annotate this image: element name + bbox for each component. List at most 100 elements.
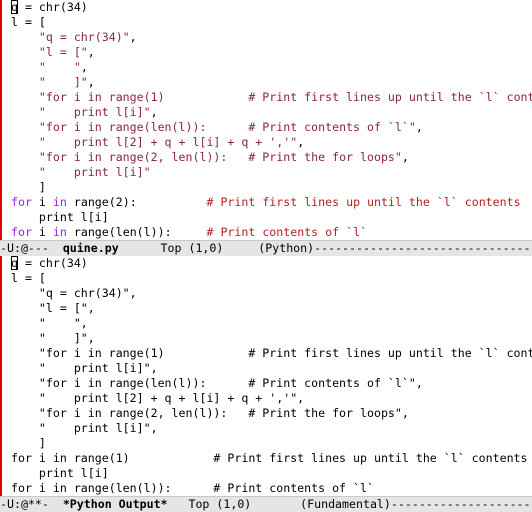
comment-token: # Print contents of `l` bbox=[206, 225, 368, 239]
keyword-token: for bbox=[11, 225, 32, 239]
string-token: "for i in range(2, len(l)): # Print the … bbox=[38, 150, 402, 164]
code-token: " print l[i]", bbox=[11, 421, 158, 435]
code-token: , bbox=[87, 45, 95, 59]
comment-token: # Print first lines up until the `l` con… bbox=[206, 195, 521, 209]
string-token: " " bbox=[38, 60, 81, 74]
code-token: "for i in range(len(l)): # Print content… bbox=[11, 376, 423, 390]
code-line[interactable]: "for i in range(2, len(l)): # Print the … bbox=[11, 406, 532, 421]
code-line[interactable]: " ]", bbox=[11, 331, 532, 346]
modeline-fill: ----------------------------------------… bbox=[390, 497, 532, 511]
code-token: , bbox=[150, 105, 158, 119]
code-line[interactable]: " ", bbox=[11, 316, 532, 331]
code-line[interactable]: for i in range(2): # Print first lines u… bbox=[11, 195, 532, 210]
string-token: "for i in range(1) # Print first lines u… bbox=[38, 90, 532, 104]
code-token: for i in range(1) # Print first lines up… bbox=[11, 451, 528, 465]
string-token: "q = chr(34)" bbox=[38, 30, 130, 44]
code-token: , bbox=[401, 150, 409, 164]
code-editor-quine-py[interactable]: q = chr(34) l = [ "q = chr(34)", "l = [",… bbox=[0, 0, 532, 240]
modeline-position: Top (1,0) bbox=[167, 497, 301, 511]
code-line[interactable]: " print l[2] + q + l[i] + q + ','", bbox=[11, 391, 532, 406]
code-line[interactable]: "for i in range(len(l)): # Print content… bbox=[11, 120, 532, 135]
text-cursor: q bbox=[11, 0, 18, 14]
code-token: , bbox=[87, 75, 95, 89]
code-token: l = [ bbox=[11, 15, 46, 29]
code-line[interactable]: " print l[i]", bbox=[11, 421, 532, 436]
code-line[interactable]: "l = [", bbox=[11, 301, 532, 316]
code-token: "for i in range(1) # Print first lines u… bbox=[11, 346, 532, 360]
keyword-token: in bbox=[52, 195, 67, 209]
code-token: , bbox=[297, 135, 305, 149]
code-token: = chr(34) bbox=[17, 256, 88, 270]
string-token: " print l[i]" bbox=[38, 165, 151, 179]
code-line[interactable]: ] bbox=[11, 180, 532, 195]
code-token: , bbox=[415, 120, 423, 134]
modeline-position: Top (1,0) bbox=[118, 241, 259, 255]
code-token: = chr(34) bbox=[17, 0, 88, 14]
code-line[interactable]: " print l[2] + q + l[i] + q + ','", bbox=[11, 135, 532, 150]
modeline-major-mode[interactable]: (Python) bbox=[258, 241, 314, 255]
code-token: i bbox=[31, 225, 53, 239]
code-token: range(len(l)): bbox=[66, 225, 207, 239]
code-token: "l = [", bbox=[11, 301, 95, 315]
code-line[interactable]: for i in range(1) # Print first lines up… bbox=[11, 451, 532, 466]
code-token: range(2): bbox=[66, 195, 207, 209]
code-line[interactable]: "q = chr(34)", bbox=[11, 30, 532, 45]
code-token: for i in range(len(l)): # Print contents… bbox=[11, 481, 374, 495]
code-token: " print l[i]", bbox=[11, 361, 158, 375]
code-line[interactable]: " print l[i]", bbox=[11, 105, 532, 120]
mode-line-top[interactable]: -U:@--- quine.py Top (1,0) (Python)-----… bbox=[0, 240, 532, 256]
code-token: , bbox=[80, 60, 88, 74]
code-token: , bbox=[129, 30, 137, 44]
modeline-major-mode[interactable]: (Fundamental) bbox=[300, 497, 391, 511]
code-line[interactable]: " print l[i]" bbox=[11, 165, 532, 180]
code-token: i bbox=[31, 195, 53, 209]
code-line[interactable]: "for i in range(1) # Print first lines u… bbox=[11, 346, 532, 361]
code-line[interactable]: q = chr(34) bbox=[11, 256, 532, 271]
keyword-token: for bbox=[11, 195, 32, 209]
code-line[interactable]: "q = chr(34)", bbox=[11, 286, 532, 301]
code-line[interactable]: ] bbox=[11, 436, 532, 451]
code-line[interactable]: " ", bbox=[11, 60, 532, 75]
code-line[interactable]: l = [ bbox=[11, 271, 532, 286]
code-line[interactable]: " ]", bbox=[11, 75, 532, 90]
code-line[interactable]: l = [ bbox=[11, 15, 532, 30]
code-line[interactable]: " print l[i]", bbox=[11, 361, 532, 376]
code-token: ] bbox=[11, 436, 46, 450]
code-line[interactable]: "for i in range(len(l)): # Print content… bbox=[11, 376, 532, 391]
code-line[interactable]: print l[i] bbox=[11, 210, 532, 225]
code-token: " print l[2] + q + l[i] + q + ','", bbox=[11, 391, 305, 405]
string-token: "l = [" bbox=[38, 45, 88, 59]
top-window[interactable]: q = chr(34) l = [ "q = chr(34)", "l = [",… bbox=[0, 0, 532, 256]
code-line[interactable]: "l = [", bbox=[11, 45, 532, 60]
code-token: " ", bbox=[11, 316, 88, 330]
string-token: " print l[i]" bbox=[38, 105, 151, 119]
code-line[interactable]: for i in range(len(l)): # Print contents… bbox=[11, 481, 532, 496]
code-line[interactable]: print l[i] bbox=[11, 466, 532, 481]
bottom-window[interactable]: q = chr(34) l = [ "q = chr(34)", "l = [",… bbox=[0, 256, 532, 512]
code-line[interactable]: "for i in range(2, len(l)): # Print the … bbox=[11, 150, 532, 165]
text-cursor: q bbox=[11, 256, 18, 270]
modeline-status: -U:@**- bbox=[0, 497, 63, 511]
code-line[interactable]: "for i in range(1) # Print first lines u… bbox=[11, 90, 532, 105]
code-token: l = [ bbox=[11, 271, 46, 285]
code-token: "q = chr(34)", bbox=[11, 286, 137, 300]
code-token: ] bbox=[11, 180, 46, 194]
code-token: print l[i] bbox=[11, 210, 109, 224]
python-output-buffer[interactable]: q = chr(34) l = [ "q = chr(34)", "l = [",… bbox=[0, 256, 532, 496]
string-token: " ]" bbox=[38, 75, 88, 89]
code-line[interactable]: q = chr(34) bbox=[11, 0, 532, 15]
modeline-buffer-name[interactable]: *Python Output* bbox=[63, 497, 168, 511]
modeline-fill: ----------------------------------------… bbox=[314, 241, 532, 255]
modeline-buffer-name[interactable]: quine.py bbox=[63, 241, 119, 255]
code-line[interactable]: for i in range(len(l)): # Print contents… bbox=[11, 225, 532, 240]
keyword-token: in bbox=[52, 225, 67, 239]
